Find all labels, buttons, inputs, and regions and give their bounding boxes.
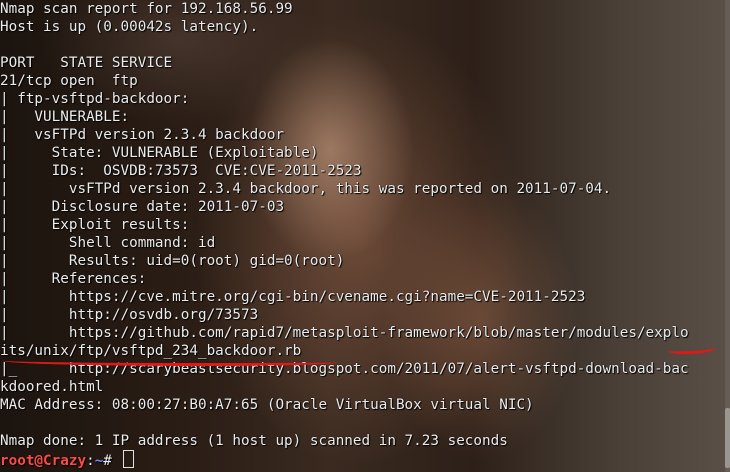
prompt-path: ~ xyxy=(94,453,104,469)
output-line: Nmap scan report for 192.168.56.99 xyxy=(0,1,293,17)
prompt-symbol: # xyxy=(103,453,121,469)
prompt-user-host: root@Crazy xyxy=(0,453,87,469)
terminal-output: Nmap scan report for 192.168.56.99 Host … xyxy=(0,0,689,469)
output-line: MAC Address: 08:00:27:B0:A7:65 (Oracle V… xyxy=(0,397,534,413)
output-line: PORT STATE SERVICE xyxy=(0,55,173,71)
output-line: | vsFTPd version 2.3.4 backdoor, this wa… xyxy=(0,181,612,197)
output-line: | VULNERABLE: xyxy=(0,109,130,125)
red-underline-annotation xyxy=(667,343,717,356)
output-line: | ftp-vsftpd-backdoor: xyxy=(0,91,190,107)
output-line: | Exploit results: xyxy=(0,217,190,233)
output-line: | IDs: OSVDB:73573 CVE:CVE-2011-2523 xyxy=(0,163,362,179)
terminal-window[interactable]: Nmap scan report for 192.168.56.99 Host … xyxy=(0,0,730,472)
output-line: | http://osvdb.org/73573 xyxy=(0,307,259,323)
output-line: | Results: uid=0(root) gid=0(root) xyxy=(0,253,345,269)
output-line: | https://github.com/rapid7/metasploit-f… xyxy=(0,325,689,341)
output-line: | Shell command: id xyxy=(0,235,216,251)
output-line: | Disclosure date: 2011-07-03 xyxy=(0,199,285,215)
output-line: | https://cve.mitre.org/cgi-bin/cvename.… xyxy=(0,289,586,305)
output-line: 21/tcp open ftp xyxy=(0,73,138,89)
output-line: kdoored.html xyxy=(0,379,104,395)
output-line: | State: VULNERABLE (Exploitable) xyxy=(0,145,319,161)
output-line: | vsFTPd version 2.3.4 backdoor xyxy=(0,127,285,143)
scrollbar[interactable] xyxy=(725,0,730,472)
output-line: | References: xyxy=(0,271,147,287)
shell-prompt[interactable]: root@Crazy:~# xyxy=(0,450,689,469)
prompt-separator: : xyxy=(86,453,95,469)
text-cursor xyxy=(122,450,134,468)
output-line: Host is up (0.00042s latency). xyxy=(0,19,259,35)
scrollbar-thumb[interactable] xyxy=(725,408,730,468)
output-line: Nmap done: 1 IP address (1 host up) scan… xyxy=(0,433,508,449)
